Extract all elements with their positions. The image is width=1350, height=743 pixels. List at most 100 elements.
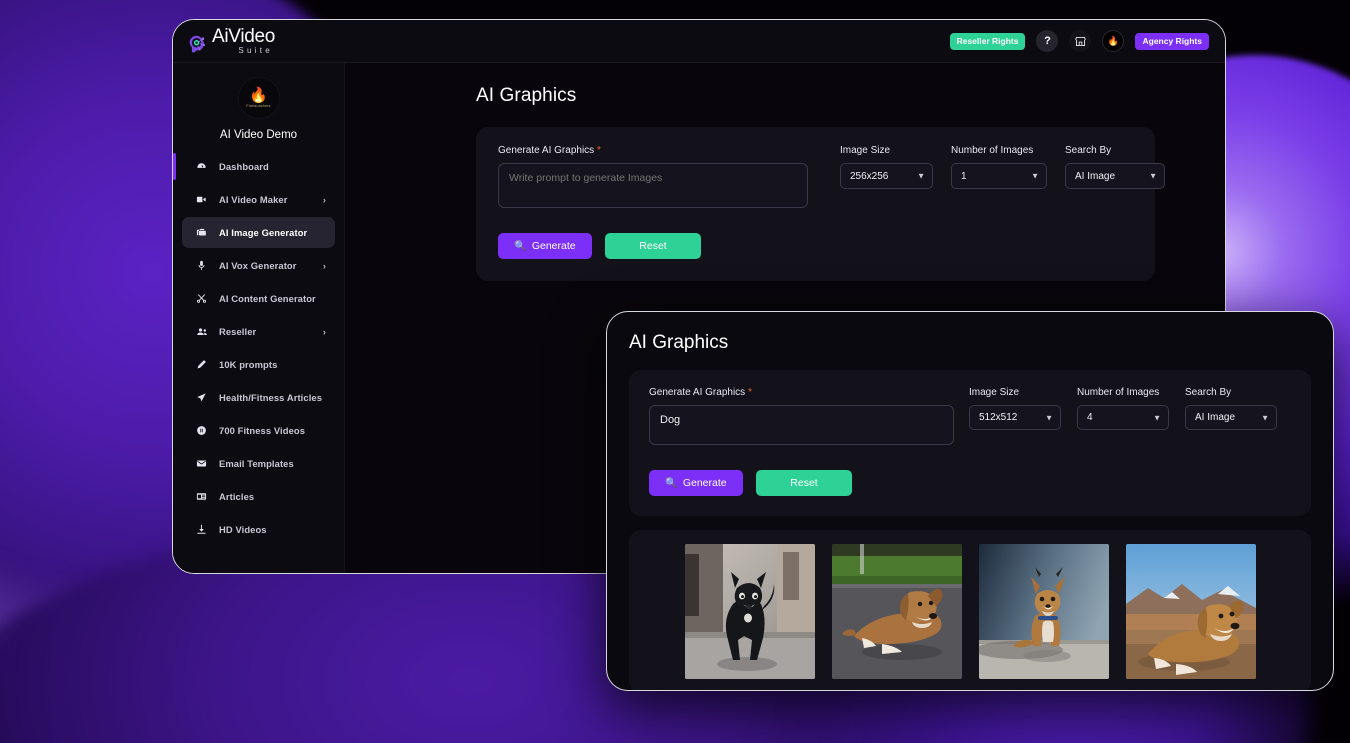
search-icon: 🔍 [665,477,678,489]
generated-images-gallery [629,530,1311,690]
search-by-value: AI Image [1075,170,1116,182]
storefront-icon[interactable] [1069,30,1092,52]
sidebar-item-ai-video-maker[interactable]: AI Video Maker › [182,184,335,215]
sidebar-item-ai-vox-generator[interactable]: AI Vox Generator › [182,250,335,281]
front-options-group: Image Size 512x512 ▼ Number of Images 4 … [969,387,1277,430]
account-avatar[interactable]: 🔥 [1102,30,1125,52]
front-page-title: AI Graphics [629,332,729,353]
sidebar-item-health-fitness-articles[interactable]: Health/Fitness Articles [182,382,335,413]
front-generate-button-label: Generate [682,477,727,489]
front-prompt-label-text: Generate AI Graphics [649,387,746,398]
sidebar-item-label: Dashboard [219,161,269,172]
front-number-of-images-value: 4 [1087,412,1093,423]
front-reset-button-label: Reset [790,477,818,489]
avatar-wrapper: 🔥 Firelaunchers [173,77,344,119]
article-icon [196,491,212,502]
front-image-size-select[interactable]: 512x512 ▼ [969,405,1061,430]
reset-button[interactable]: Reset [605,233,701,259]
sidebar-item-700-fitness-videos[interactable]: 700 Fitness Videos [182,415,335,446]
video-camera-icon [196,194,212,205]
send-icon [196,392,212,403]
search-by-label: Search By [1065,145,1112,156]
prompt-label-text: Generate AI Graphics [498,145,595,156]
prompt-input[interactable] [498,163,808,208]
front-prompt-input[interactable] [649,405,954,445]
image-size-field: Image Size 256x256 ▼ [840,145,933,189]
avatar-caption: Firelaunchers [246,104,271,108]
number-of-images-value: 1 [961,170,967,182]
chevron-down-icon: ▼ [1045,413,1053,422]
pen-icon [196,359,212,370]
avatar[interactable]: 🔥 Firelaunchers [237,77,280,119]
brand-subtitle: Suite [238,46,274,55]
required-asterisk: * [596,145,601,156]
app-topbar: AiVideo Suite Reseller Rights ? 🔥 Agency… [173,20,1225,63]
options-group: Image Size 256x256 ▼ Number of Images 1 [840,145,1165,189]
front-number-of-images-field: Number of Images 4 ▼ [1077,387,1169,430]
flame-icon: 🔥 [249,87,268,104]
play-circle-icon [196,425,212,436]
sidebar-item-dashboard[interactable]: Dashboard [173,151,335,182]
front-search-by-label: Search By [1185,387,1232,398]
front-reset-button[interactable]: Reset [756,470,852,496]
sidebar-item-ai-content-generator[interactable]: AI Content Generator [182,283,335,314]
reset-button-label: Reset [639,240,667,252]
chevron-right-icon: › [322,326,326,337]
image-size-value: 256x256 [850,170,889,182]
sidebar-item-label: 700 Fitness Videos [219,425,306,436]
users-icon [196,326,212,338]
front-search-by-select[interactable]: AI Image ▼ [1185,405,1277,430]
brand-logo[interactable]: AiVideo Suite [187,27,275,55]
front-number-of-images-select[interactable]: 4 ▼ [1077,405,1169,430]
generated-image-2[interactable] [831,544,962,679]
generated-image-1[interactable] [684,544,815,679]
front-image-size-label: Image Size [969,387,1020,398]
account-name: AI Video Demo [219,129,298,141]
sidebar-item-label: AI Vox Generator [219,260,297,271]
sidebar-item-email-templates[interactable]: Email Templates [182,448,335,479]
chevron-right-icon: › [322,194,326,205]
sidebar-item-hd-videos[interactable]: HD Videos [182,514,335,545]
search-by-select[interactable]: AI Image ▼ [1065,163,1165,189]
generated-image-3[interactable] [978,544,1109,679]
envelope-icon [196,458,212,469]
image-icon [196,227,212,238]
generated-image-4[interactable] [1125,544,1256,679]
sidebar-item-ai-image-generator[interactable]: AI Image Generator [182,217,335,248]
front-form-actions: 🔍 Generate Reset [649,470,1291,496]
sidebar-item-articles[interactable]: Articles [182,481,335,512]
prompt-column: Generate AI Graphics * [498,145,808,213]
agency-rights-badge[interactable]: Agency Rights [1135,32,1209,50]
page-title: AI Graphics [476,85,577,106]
reseller-rights-badge[interactable]: Reseller Rights [949,32,1026,50]
sidebar-item-label: Reseller [219,326,257,337]
image-size-select[interactable]: 256x256 ▼ [840,163,933,189]
sidebar-item-10k-prompts[interactable]: 10K prompts [182,349,335,380]
chevron-down-icon: ▼ [917,171,925,181]
search-by-field: Search By AI Image ▼ [1065,145,1165,189]
sidebar: 🔥 Firelaunchers AI Video Demo Dashboard A… [173,63,345,573]
form-actions: 🔍 Generate Reset [498,233,1133,259]
number-of-images-field: Number of Images 1 ▼ [951,145,1047,189]
sidebar-item-label: HD Videos [219,524,267,535]
screenshot-stage: AiVideo Suite Reseller Rights ? 🔥 Agency… [0,0,1350,743]
number-of-images-select[interactable]: 1 ▼ [951,163,1047,189]
sidebar-item-label: AI Video Maker [219,194,288,205]
generate-form-card: Generate AI Graphics * Image Size 256x25… [476,127,1165,281]
chevron-down-icon: ▼ [1149,171,1157,181]
sidebar-item-reseller[interactable]: Reseller › [182,316,335,347]
microphone-icon [196,260,212,271]
front-generate-form-card: Generate AI Graphics * Image Size 512x51… [629,370,1311,516]
sidebar-item-label: 10K prompts [219,359,278,370]
speedometer-icon [196,161,212,172]
sidebar-nav: Dashboard AI Video Maker › AI Image Generat… [173,151,344,545]
front-window-content: AI Graphics Generate AI Graphics * Image… [607,312,1333,690]
front-search-by-field: Search By AI Image ▼ [1185,387,1277,430]
front-generate-button[interactable]: 🔍 Generate [649,470,743,496]
front-prompt-label: Generate AI Graphics * [649,387,954,398]
generate-button[interactable]: 🔍 Generate [498,233,592,259]
help-icon[interactable]: ? [1036,30,1059,52]
aivideo-logo-icon [187,34,208,55]
chevron-down-icon: ▼ [1153,413,1161,422]
scissors-icon [196,293,212,304]
